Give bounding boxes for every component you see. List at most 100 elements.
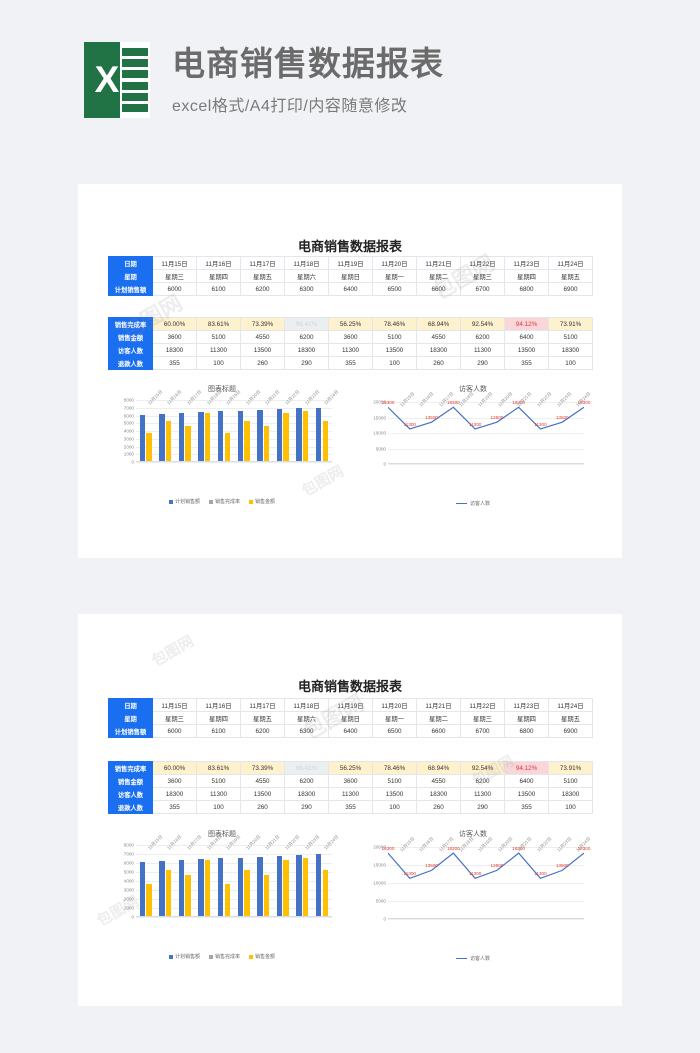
legend-item[interactable]: 销售金额 — [249, 953, 275, 960]
data-label: 13500 — [490, 863, 504, 869]
cell: 5100 — [548, 774, 593, 788]
data-label: 13500 — [425, 415, 438, 421]
cell: 11月22日 — [460, 256, 505, 270]
cell: 3600 — [152, 774, 197, 788]
legend-swatch — [455, 957, 467, 960]
legend-item[interactable]: 销售完成率 — [208, 953, 240, 960]
cell: 6700 — [460, 724, 505, 738]
cell: 11300 — [196, 787, 241, 801]
bar — [244, 421, 250, 461]
bar — [244, 870, 250, 916]
data-label: 11300 — [534, 871, 547, 877]
cell: 290 — [284, 800, 329, 814]
cell: 星期六 — [284, 269, 329, 283]
cell: 56.25% — [328, 761, 373, 775]
data-label: 13500 — [555, 415, 569, 421]
table-row: 计划销售额 6000 6100 6200 6300 6400 6500 6600 6700 680… — [108, 724, 593, 738]
legend-swatch — [208, 954, 213, 959]
row-header-date: 日期 — [108, 256, 153, 270]
y-axis-tick-label: 8000 — [123, 397, 134, 403]
legend-item[interactable]: 销售完成率 — [208, 498, 240, 505]
cell: 6300 — [284, 724, 329, 738]
cell: 355 — [152, 800, 197, 814]
cell: 100 — [548, 800, 593, 814]
y-axis-tick-label: 0 — [131, 459, 134, 465]
cell: 355 — [328, 356, 373, 370]
table-row: 日期 11月15日 11月16日 11月17日 11月18日 11月19日 11月20日 11… — [108, 256, 593, 270]
cell: 100 — [372, 800, 417, 814]
cell: 星期四 — [504, 269, 549, 283]
bar — [276, 409, 283, 461]
cell: 6600 — [416, 282, 461, 296]
cell: 98.41% — [284, 317, 329, 331]
cell: 92.54% — [460, 761, 505, 775]
bar — [322, 870, 329, 916]
data-label: 18300 — [381, 400, 395, 406]
cell: 4550 — [240, 330, 285, 344]
y-axis-tick-label: 0 — [383, 916, 386, 922]
y-axis-tick-label: 5000 — [123, 420, 134, 426]
legend-item[interactable]: 访客人数 — [455, 955, 490, 962]
table-row: 星期 星期三 星期四 星期五 星期六 星期日 星期一 星期二 星期三 星期四 星期五 — [108, 269, 593, 283]
legend-item[interactable]: 计划销售额 — [168, 953, 200, 960]
bar — [178, 412, 185, 461]
cell: 6400 — [328, 282, 373, 296]
cell: 4550 — [416, 774, 461, 788]
bar-chart-top: 图表标题 0 1000 2000 3000 4000 5000 6000 7000 8000 11月… — [102, 382, 342, 517]
cell: 6500 — [372, 724, 417, 738]
cell: 5100 — [196, 774, 241, 788]
table-row: 销售完成率 60.00% 83.61% 73.39% 98.41% 56.25% 78.46… — [108, 761, 593, 775]
bar — [315, 407, 322, 461]
cell: 18300 — [548, 343, 593, 357]
cell: 6200 — [240, 724, 285, 738]
cell: 11月24日 — [548, 256, 593, 270]
cell: 11300 — [196, 343, 241, 357]
cell: 18300 — [416, 787, 461, 801]
cell: 星期四 — [196, 269, 241, 283]
cell: 11月21日 — [416, 698, 461, 712]
cell: 星期日 — [328, 269, 373, 283]
y-axis-tick-label: 4000 — [123, 878, 134, 884]
table-row: 销售金额 3600 5100 4550 6200 3600 5100 4550 6200 6400… — [108, 330, 593, 344]
cell: 100 — [548, 356, 593, 370]
y-axis-tick-label: 15000 — [373, 862, 386, 868]
y-axis-tick-label: 0 — [131, 914, 134, 920]
cell: 星期二 — [416, 711, 461, 725]
cell: 11月21日 — [416, 256, 461, 270]
bar — [165, 421, 172, 461]
gridline — [136, 854, 332, 855]
cell: 100 — [372, 356, 417, 370]
cell: 星期一 — [372, 711, 417, 725]
cell: 260 — [240, 356, 285, 370]
legend-item[interactable]: 销售金额 — [249, 498, 275, 505]
gridline — [136, 407, 332, 409]
cell: 92.54% — [460, 317, 505, 331]
data-label: 13500 — [555, 863, 569, 869]
cell: 11月22日 — [460, 698, 505, 712]
cell: 5100 — [372, 774, 417, 788]
bar — [204, 860, 211, 916]
chart-legend: 访客人数 — [348, 955, 598, 962]
legend-label: 计划销售额 — [174, 954, 200, 960]
table-row: 访客人数 18300 11300 13500 18300 11300 13500 18300 1… — [108, 343, 593, 357]
legend-label: 销售金额 — [255, 954, 276, 960]
cell: 星期五 — [240, 269, 285, 283]
cell: 6900 — [548, 282, 593, 296]
cell: 260 — [240, 800, 285, 814]
cell: 78.46% — [372, 317, 417, 331]
bar — [315, 853, 322, 916]
cell: 3600 — [328, 774, 373, 788]
cell: 11月20日 — [372, 698, 417, 712]
legend-item[interactable]: 计划销售额 — [168, 498, 200, 505]
excel-logo-letter: X — [94, 59, 120, 100]
legend-label: 销售金额 — [255, 499, 276, 505]
cell: 98.41% — [284, 761, 329, 775]
cell: 68.94% — [416, 761, 461, 775]
cell: 星期三 — [460, 269, 505, 283]
cell: 星期四 — [504, 711, 549, 725]
legend-item[interactable]: 访客人数 — [455, 500, 490, 507]
line-series-path — [388, 852, 584, 880]
y-axis-tick-label: 3000 — [123, 887, 134, 893]
row-header-plan_sales: 计划销售额 — [108, 724, 153, 738]
line-series-path — [388, 406, 584, 430]
